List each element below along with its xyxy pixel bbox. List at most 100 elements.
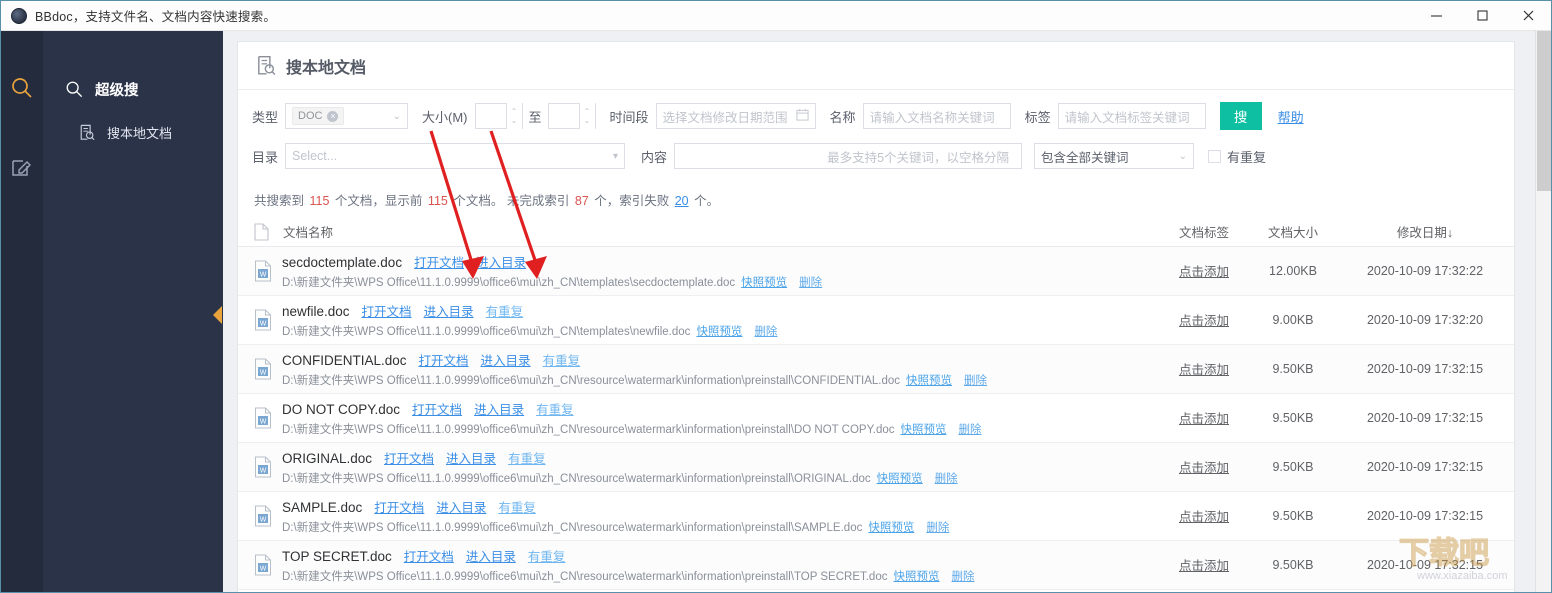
- size-to-input[interactable]: ⌃ ⌄: [547, 103, 596, 129]
- vertical-scrollbar[interactable]: [1535, 31, 1551, 592]
- summary-failed-link[interactable]: 20: [675, 194, 689, 208]
- svg-text:W: W: [260, 320, 267, 327]
- row-duplicate-link[interactable]: 有重复: [498, 497, 536, 516]
- word-doc-icon: W: [255, 309, 271, 331]
- type-select[interactable]: DOC × ⌄: [285, 103, 409, 129]
- row-preview-link[interactable]: 快照预览: [901, 421, 947, 437]
- tag-input[interactable]: 请输入文档标签关键词: [1057, 103, 1206, 129]
- col-header-tag[interactable]: 文档标签: [1158, 222, 1250, 241]
- row-delete-link[interactable]: 删除: [754, 323, 777, 339]
- size-from-input[interactable]: ⌃ ⌄: [474, 103, 523, 129]
- col-header-date[interactable]: 修改日期↓: [1336, 222, 1514, 241]
- table-body: Wsecdoctemplate.doc 打开文档 进入目录 D:\新建文件夹\WPS …: [238, 247, 1514, 592]
- row-file-name: secdoctemplate.doc: [282, 255, 403, 270]
- row-goto-dir-link[interactable]: 进入目录: [466, 546, 516, 565]
- chip-remove-icon[interactable]: ×: [327, 110, 339, 122]
- row-delete-link[interactable]: 删除: [935, 470, 958, 486]
- size-to-stepper[interactable]: ⌃ ⌄: [578, 103, 595, 129]
- row-add-tag-link[interactable]: 点击添加: [1179, 412, 1229, 426]
- date-range-input[interactable]: 选择文档修改日期范围: [655, 103, 816, 129]
- row-size-cell: 9.50KB: [1272, 411, 1314, 425]
- row-duplicate-link[interactable]: 有重复: [508, 448, 546, 467]
- type-label: 类型: [252, 109, 279, 125]
- row-date-cell: 2020-10-09 17:32:15: [1366, 509, 1484, 523]
- table-row[interactable]: W DO NOT COPY.doc 打开文档 进入目录 有重复 D:\新建文件夹\WPS …: [238, 394, 1514, 443]
- row-open-link[interactable]: 打开文档: [362, 301, 412, 320]
- row-delete-link[interactable]: 删除: [799, 274, 822, 290]
- row-goto-dir-link[interactable]: 进入目录: [446, 448, 496, 467]
- row-preview-link[interactable]: 快照预览: [868, 519, 914, 535]
- row-preview-link[interactable]: 快照预览: [893, 568, 939, 584]
- row-goto-dir-link[interactable]: 进入目录: [476, 252, 526, 271]
- row-preview-link[interactable]: 快照预览: [696, 323, 742, 339]
- close-button[interactable]: [1505, 1, 1551, 31]
- table-row[interactable]: W SAMPLE.doc 打开文档 进入目录 有重复 D:\新建文件夹\WPS Offic…: [238, 492, 1514, 541]
- name-input[interactable]: 请输入文档名称关键词: [862, 103, 1011, 129]
- row-add-tag-link[interactable]: 点击添加: [1179, 510, 1229, 524]
- row-open-link[interactable]: 打开文档: [404, 546, 454, 565]
- row-delete-link[interactable]: 删除: [926, 519, 949, 535]
- row-delete-link[interactable]: 删除: [951, 568, 974, 584]
- row-date-cell: 2020-10-09 17:32:15: [1366, 558, 1484, 572]
- minimize-button[interactable]: [1413, 1, 1459, 31]
- checkbox-box[interactable]: [1208, 149, 1222, 163]
- close-icon: [1523, 10, 1533, 21]
- row-date-cell: 2020-10-09 17:32:15: [1366, 362, 1484, 376]
- calendar-icon[interactable]: [796, 108, 809, 124]
- row-add-tag-link[interactable]: 点击添加: [1179, 314, 1229, 328]
- row-open-link[interactable]: 打开文档: [419, 350, 469, 369]
- row-open-link[interactable]: 打开文档: [414, 252, 464, 271]
- nav-section-super-search[interactable]: 超级搜: [43, 71, 223, 107]
- word-doc-icon: W: [255, 505, 271, 527]
- table-header: 文档名称 文档标签 文档大小 修改日期↓: [238, 217, 1514, 247]
- table-row[interactable]: Wsecdoctemplate.doc 打开文档 进入目录 D:\新建文件夹\WPS …: [238, 247, 1514, 296]
- row-preview-link[interactable]: 快照预览: [741, 274, 787, 290]
- row-preview-link[interactable]: 快照预览: [877, 470, 923, 486]
- sidebar-item-local-doc-search[interactable]: 搜本地文档: [43, 116, 223, 148]
- duplicate-filter-checkbox[interactable]: 有重复: [1208, 147, 1266, 166]
- row-delete-link[interactable]: 删除: [964, 372, 987, 388]
- directory-select[interactable]: Select... ▾: [285, 143, 626, 169]
- svg-text:W: W: [260, 467, 267, 474]
- row-add-tag-link[interactable]: 点击添加: [1179, 363, 1229, 377]
- table-row[interactable]: W TOP SECRET.doc 打开文档 进入目录 有重复 D:\新建文件夹\WPS O…: [238, 541, 1514, 590]
- row-open-link[interactable]: 打开文档: [374, 497, 424, 516]
- row-preview-link[interactable]: 快照预览: [906, 372, 952, 388]
- help-link[interactable]: 帮助: [1278, 107, 1304, 126]
- row-duplicate-link[interactable]: 有重复: [536, 399, 574, 418]
- local-doc-search-icon: [258, 55, 276, 75]
- row-goto-dir-link[interactable]: 进入目录: [436, 497, 486, 516]
- col-header-size[interactable]: 文档大小: [1250, 222, 1336, 241]
- content-keywords-input[interactable]: 最多支持5个关键词，以空格分隔: [674, 143, 1023, 169]
- row-goto-dir-link[interactable]: 进入目录: [481, 350, 531, 369]
- table-row[interactable]: WURGENT.doc打开文档进入目录有重复: [238, 590, 1514, 592]
- row-goto-dir-link[interactable]: 进入目录: [474, 399, 524, 418]
- row-open-link[interactable]: 打开文档: [412, 399, 462, 418]
- type-chip-doc[interactable]: DOC ×: [292, 107, 345, 125]
- row-duplicate-link[interactable]: 有重复: [543, 350, 581, 369]
- maximize-button[interactable]: [1459, 1, 1505, 31]
- rail-item-search[interactable]: [1, 59, 43, 117]
- nav-panel: 超级搜 搜本地文档: [43, 31, 223, 592]
- row-tag-cell: 点击添加: [1158, 506, 1250, 526]
- collapse-panel-triangle-icon[interactable]: [213, 306, 222, 324]
- row-add-tag-link[interactable]: 点击添加: [1179, 559, 1229, 573]
- size-from-stepper[interactable]: ⌃ ⌄: [505, 103, 522, 129]
- row-size-cell: 12.00KB: [1269, 264, 1317, 278]
- table-row[interactable]: W CONFIDENTIAL.doc 打开文档 进入目录 有重复 D:\新建文件夹\WPS…: [238, 345, 1514, 394]
- row-add-tag-link[interactable]: 点击添加: [1179, 265, 1229, 279]
- row-open-link[interactable]: 打开文档: [384, 448, 434, 467]
- row-goto-dir-link[interactable]: 进入目录: [424, 301, 474, 320]
- row-duplicate-link[interactable]: 有重复: [486, 301, 524, 320]
- date-range-placeholder: 选择文档修改日期范围: [662, 110, 788, 125]
- row-duplicate-link[interactable]: 有重复: [528, 546, 566, 565]
- table-row[interactable]: Wnewfile.doc 打开文档 进入目录 有重复 D:\新建文件夹\WPS Offi…: [238, 296, 1514, 345]
- row-add-tag-link[interactable]: 点击添加: [1179, 461, 1229, 475]
- rail-item-edit[interactable]: [1, 139, 43, 197]
- match-mode-select[interactable]: 包含全部关键词 ⌄: [1034, 143, 1195, 169]
- search-button[interactable]: 搜: [1219, 102, 1262, 130]
- row-delete-link[interactable]: 删除: [959, 421, 982, 437]
- scrollbar-thumb[interactable]: [1537, 31, 1551, 191]
- row-name-cell: W ORIGINAL.doc 打开文档 进入目录 有重复 D:\新建文件夹\WPS Off…: [254, 448, 1158, 486]
- table-row[interactable]: W ORIGINAL.doc 打开文档 进入目录 有重复 D:\新建文件夹\WPS Off…: [238, 443, 1514, 492]
